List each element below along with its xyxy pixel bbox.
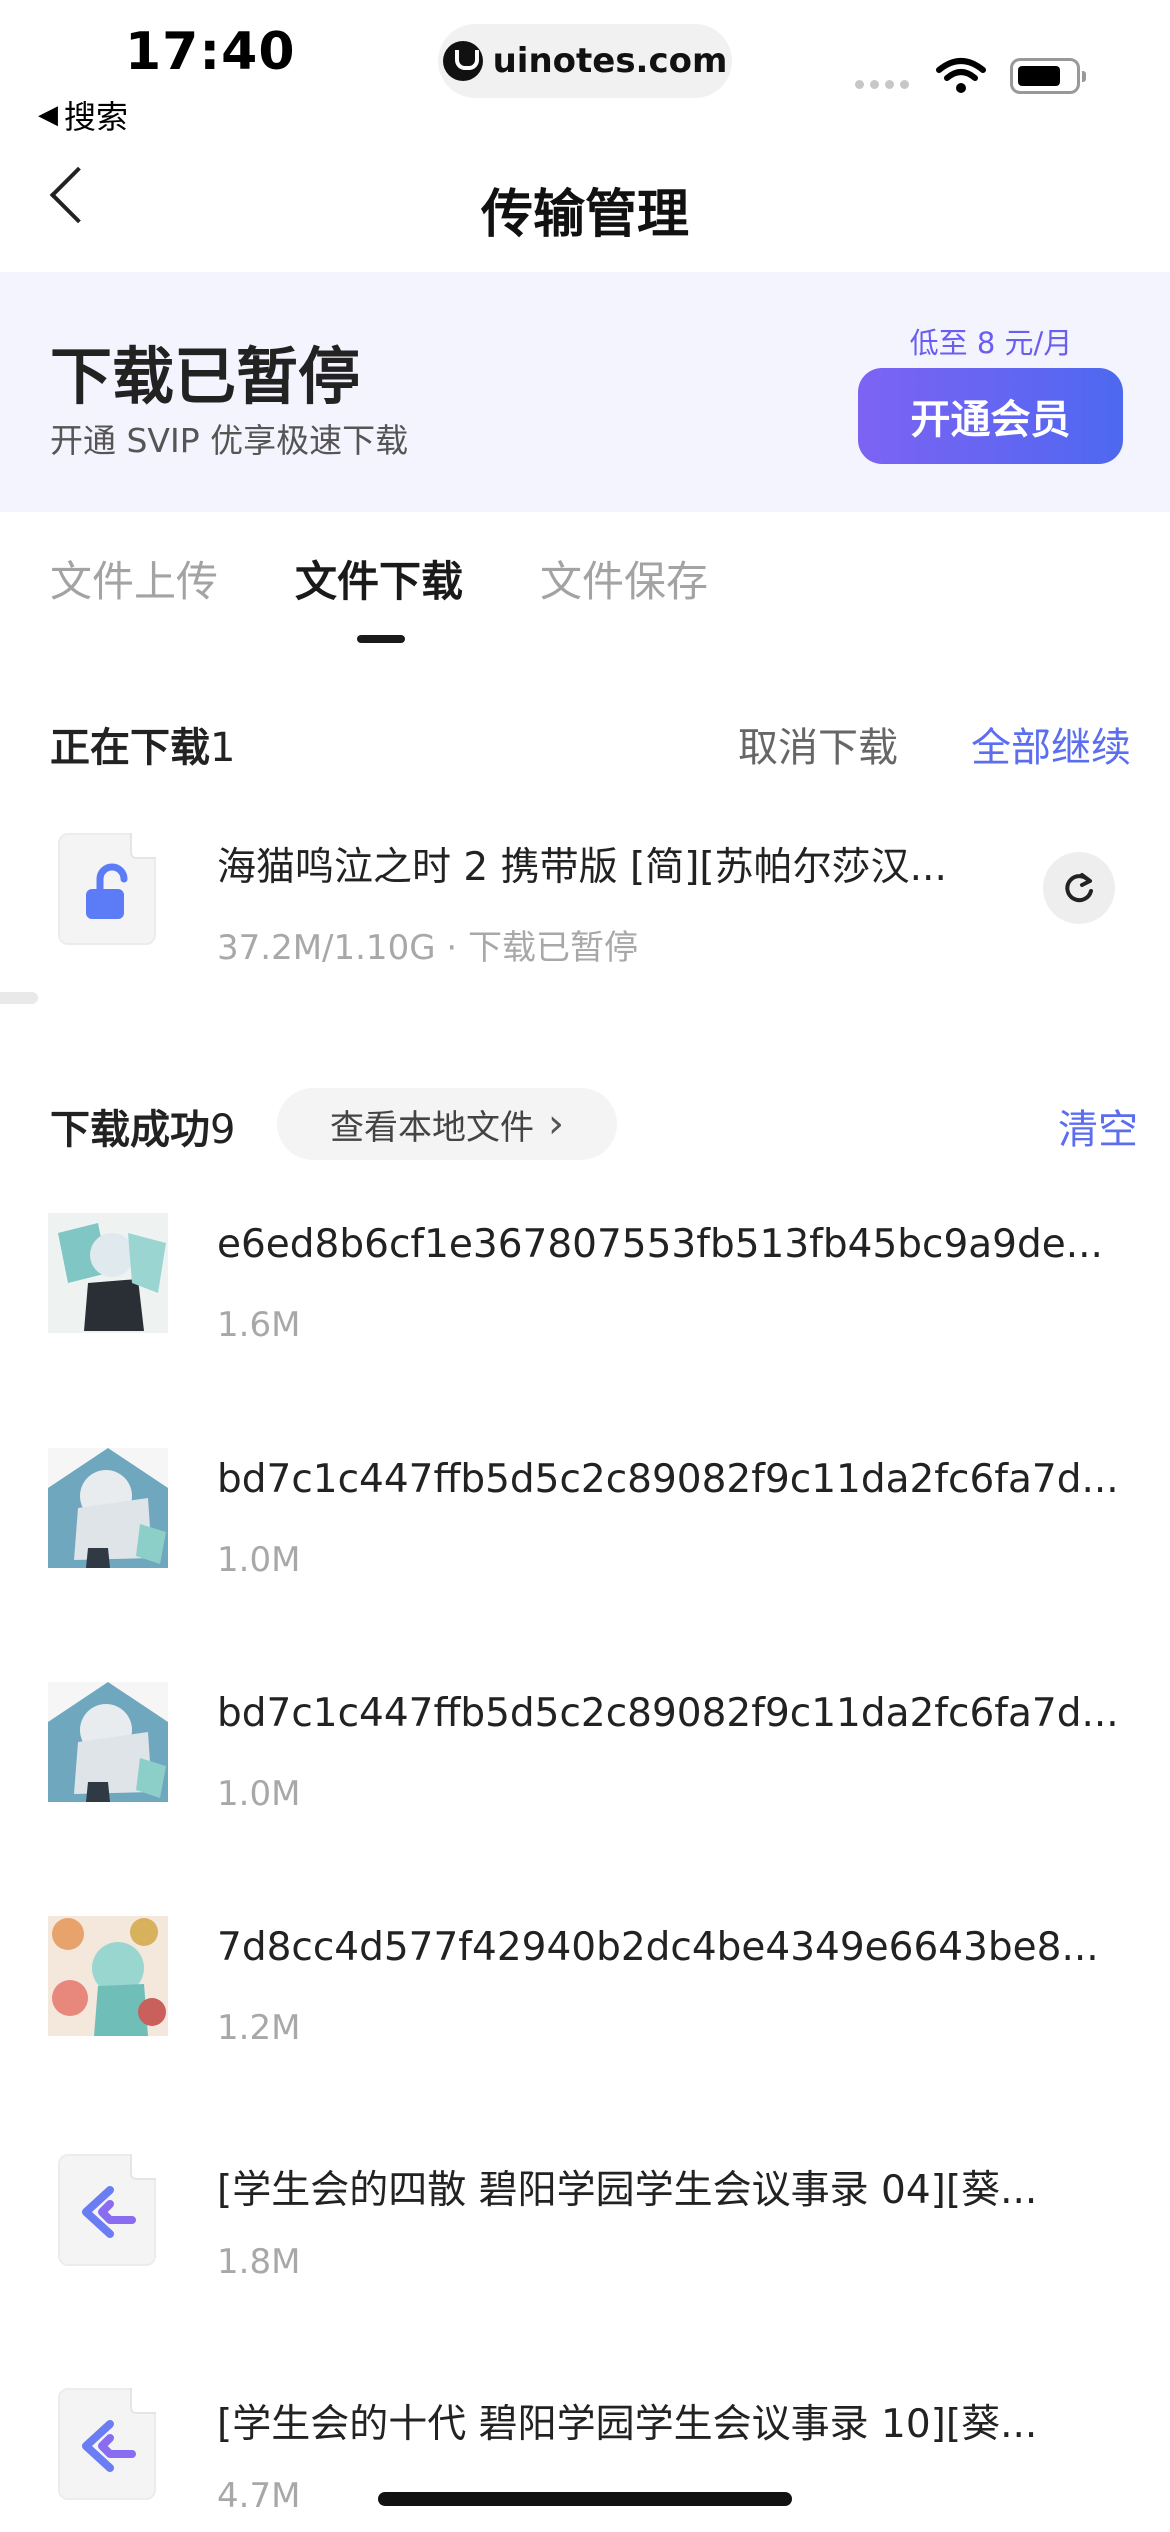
completed-file-size: 1.0M (217, 1774, 301, 1814)
site-logo-icon (442, 41, 483, 81)
open-vip-button[interactable]: 开通会员 (858, 368, 1123, 464)
completed-file-size: 1.6M (217, 1305, 301, 1345)
downloading-file-meta: 37.2M/1.10G · 下载已暂停 (217, 920, 638, 969)
banner-subtitle: 开通 SVIP 优享极速下载 (50, 421, 409, 460)
active-tab-indicator (357, 635, 405, 643)
tab-download[interactable]: 文件下载 (295, 548, 463, 609)
banner-title: 下载已暂停 (50, 340, 361, 413)
wifi-icon (936, 58, 986, 93)
completed-file-name[interactable]: [学生会的四散 碧阳学园学生会议事录 04][葵... (217, 2159, 1107, 2215)
completed-file-size: 1.2M (217, 2008, 301, 2048)
image-thumbnail (48, 1682, 168, 1802)
home-indicator[interactable] (378, 2492, 792, 2506)
unlock-icon (86, 863, 128, 919)
downloading-file-status: 下载已暂停 (467, 928, 638, 968)
edge-handle (0, 992, 38, 1004)
image-thumbnail (48, 1448, 168, 1568)
completed-file-name[interactable]: [学生会的十代 碧阳学园学生会议事录 10][葵... (217, 2393, 1107, 2449)
back-to-search-label: 搜索 (64, 98, 129, 136)
back-to-search-button[interactable]: ◀ 搜索 (38, 92, 128, 138)
tab-save[interactable]: 文件保存 (540, 548, 708, 609)
completed-header: 下载成功9 (50, 1097, 235, 1155)
meta-separator: · (435, 928, 468, 968)
status-time: 17:40 (125, 22, 296, 82)
clear-button[interactable]: 清空 (1058, 1097, 1138, 1155)
completed-file-name[interactable]: bd7c1c447ffb5d5c2c89082f9c11da2fc6fa7d..… (217, 1457, 1127, 1502)
zip-file-icon (58, 833, 156, 945)
completed-file-name[interactable]: e6ed8b6cf1e367807553fb513fb45bc9a9de... (217, 1222, 1127, 1267)
downloading-title: 正在下载 (50, 725, 210, 771)
completed-file-name[interactable]: 7d8cc4d577f42940b2dc4be4349e6643be8... (217, 1925, 1127, 1970)
completed-file-size: 1.0M (217, 1540, 301, 1580)
banner-price: 低至 8 元/月 (909, 326, 1073, 360)
ebook-file-icon (58, 2388, 156, 2500)
completed-file-size: 4.7M (217, 2476, 301, 2516)
ebook-logo-icon (82, 2420, 136, 2472)
view-local-files-button[interactable]: 查看本地文件 › (277, 1088, 617, 1160)
downloading-file-size: 37.2M/1.10G (217, 928, 436, 968)
downloading-file-name[interactable]: 海猫鸣泣之时 2 携带版 [简][苏帕尔莎汉... (217, 836, 1007, 892)
back-triangle-icon: ◀ (38, 100, 58, 130)
cellular-signal-icon (855, 80, 909, 89)
resume-all-button[interactable]: 全部继续 (971, 715, 1131, 773)
downloading-header: 正在下载1 (50, 715, 235, 773)
page-title: 传输管理 (480, 185, 689, 245)
chevron-right-icon: › (548, 1101, 564, 1147)
battery-icon (1010, 58, 1086, 94)
completed-title: 下载成功 (50, 1107, 210, 1153)
completed-count: 9 (210, 1107, 236, 1153)
image-thumbnail (48, 1213, 168, 1333)
downloading-count: 1 (210, 725, 236, 771)
url-pill[interactable]: uinotes.com (438, 24, 732, 98)
tab-upload[interactable]: 文件上传 (50, 548, 218, 609)
completed-file-size: 1.8M (217, 2242, 301, 2282)
ebook-file-icon (58, 2154, 156, 2266)
cancel-download-button[interactable]: 取消下载 (738, 715, 898, 773)
url-text: uinotes.com (492, 41, 728, 81)
retry-button[interactable] (1043, 852, 1115, 924)
completed-file-name[interactable]: bd7c1c447ffb5d5c2c89082f9c11da2fc6fa7d..… (217, 1691, 1127, 1736)
image-thumbnail (48, 1916, 168, 2036)
view-local-files-label: 查看本地文件 (330, 1107, 534, 1148)
refresh-icon (1065, 873, 1093, 903)
ebook-logo-icon (82, 2186, 136, 2238)
